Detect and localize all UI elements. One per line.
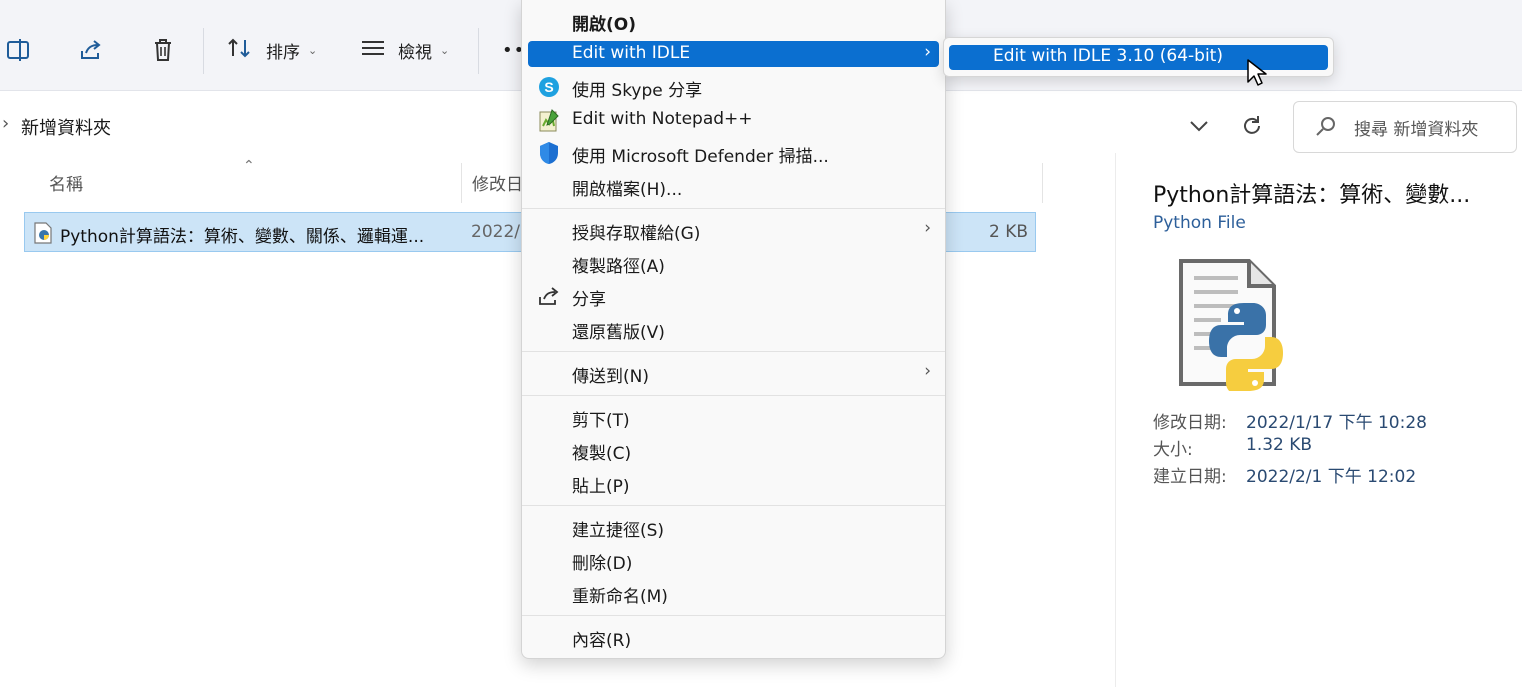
search-icon [1314, 115, 1338, 143]
menu-item-restore-previous[interactable]: 還原舊版(V) [528, 316, 939, 343]
menu-item-properties[interactable]: 內容(R) [528, 624, 939, 651]
menu-item-label: 刪除(D) [572, 554, 633, 574]
menu-item-label: 複製路徑(A) [572, 257, 665, 277]
menu-item-share[interactable]: 分享 [528, 283, 939, 310]
refresh-icon[interactable] [1240, 114, 1264, 142]
search-box[interactable]: 搜尋 新增資料夾 [1293, 101, 1517, 153]
breadcrumb[interactable]: 新增資料夾 [21, 114, 111, 140]
preview-title: Python計算語法：算術、變數... [1153, 183, 1471, 208]
menu-item-create-shortcut[interactable]: 建立捷徑(S) [528, 514, 939, 541]
meta-created-label: 建立日期: [1153, 467, 1227, 487]
menu-item-label: 傳送到(N) [572, 367, 649, 387]
share-icon[interactable] [78, 30, 104, 70]
menu-item-label: 分享 [572, 290, 606, 310]
menu-item-label: 內容(R) [572, 631, 632, 651]
menu-item-label: 複製(C) [572, 444, 632, 464]
menu-separator [522, 615, 945, 616]
chevron-right-icon: › [924, 218, 931, 238]
menu-item-label: 開啟檔案(H)... [572, 180, 683, 200]
details-pane: Python計算語法：算術、變數... Python File 修改日期: 20… [1115, 153, 1522, 687]
view-button[interactable]: 檢視 ⌄ [360, 30, 449, 70]
sort-icon [226, 36, 254, 65]
menu-item-label: 建立捷徑(S) [572, 521, 665, 541]
meta-modified-label: 修改日期: [1153, 413, 1227, 433]
view-icon [360, 37, 386, 64]
preview-type: Python File [1153, 213, 1246, 233]
menu-item-open-with[interactable]: 開啟檔案(H)... [528, 173, 939, 200]
notepad-plus-plus-icon [536, 107, 562, 133]
menu-item-defender-scan[interactable]: 使用 Microsoft Defender 掃描... [528, 140, 939, 167]
menu-separator [522, 351, 945, 352]
edit-with-idle-submenu: Edit with IDLE 3.10 (64-bit) [943, 37, 1334, 77]
python-file-icon [33, 222, 53, 248]
meta-size-label: 大小: [1153, 440, 1193, 460]
view-label: 檢視 [398, 42, 432, 63]
file-date: 2022/ [471, 222, 520, 242]
column-header-name[interactable]: 名稱 [49, 170, 83, 195]
menu-item-skype-share[interactable]: S 使用 Skype 分享 [528, 74, 939, 101]
mouse-cursor-icon [1246, 58, 1268, 92]
menu-item-paste[interactable]: 貼上(P) [528, 470, 939, 497]
file-name: Python計算語法：算術、變數、關係、邏輯運... [60, 227, 425, 247]
chevron-right-icon: › [924, 361, 931, 381]
address-dropdown-icon[interactable] [1188, 114, 1210, 140]
menu-item-label: 還原舊版(V) [572, 323, 665, 343]
search-input[interactable]: 搜尋 新增資料夾 [1354, 115, 1478, 140]
menu-item-notepad-plus-plus[interactable]: Edit with Notepad++ [528, 107, 939, 133]
rename-icon[interactable] [4, 30, 34, 70]
menu-item-label: 使用 Skype 分享 [572, 81, 703, 101]
share-icon [536, 283, 562, 309]
breadcrumb-chevron-icon: › [2, 113, 10, 134]
column-divider[interactable] [1042, 163, 1043, 203]
file-size: 2 KB [988, 222, 1028, 242]
toolbar-divider [203, 28, 204, 74]
menu-item-label: 使用 Microsoft Defender 掃描... [572, 147, 829, 167]
column-header-modified[interactable]: 修改日 [472, 170, 523, 195]
menu-item-label: 剪下(T) [572, 411, 630, 431]
chevron-right-icon: › [924, 42, 931, 62]
menu-item-idle-3-10[interactable]: Edit with IDLE 3.10 (64-bit) [949, 45, 1328, 70]
menu-item-copy[interactable]: 複製(C) [528, 437, 939, 464]
menu-item-cut[interactable]: 剪下(T) [528, 404, 939, 431]
menu-item-delete[interactable]: 刪除(D) [528, 547, 939, 574]
meta-created-value: 2022/2/1 下午 12:02 [1246, 467, 1417, 487]
menu-item-label: 授與存取權給(G) [572, 224, 701, 244]
chevron-down-icon: ⌄ [308, 43, 318, 57]
meta-modified-value: 2022/1/17 下午 10:28 [1246, 413, 1427, 433]
menu-item-label: Edit with Notepad++ [572, 109, 753, 129]
menu-item-label: 貼上(P) [572, 477, 630, 497]
shield-icon [536, 140, 562, 166]
column-divider[interactable] [461, 163, 462, 203]
menu-item-edit-with-idle[interactable]: Edit with IDLE › [528, 41, 939, 67]
sort-ascending-icon: ⌃ [243, 158, 255, 174]
menu-item-label: Edit with IDLE [572, 43, 691, 63]
sort-label: 排序 [266, 42, 300, 63]
meta-size-value: 1.32 KB [1246, 435, 1313, 455]
chevron-down-icon: ⌄ [440, 43, 450, 57]
skype-icon: S [536, 74, 562, 100]
menu-separator [522, 395, 945, 396]
menu-item-send-to[interactable]: 傳送到(N) › [528, 360, 939, 387]
menu-item-label: Edit with IDLE 3.10 (64-bit) [993, 46, 1223, 66]
svg-text:S: S [544, 79, 553, 95]
sort-button[interactable]: 排序 ⌄ [226, 30, 317, 70]
menu-separator [522, 505, 945, 506]
menu-item-label: 重新命名(M) [572, 587, 668, 607]
python-file-large-icon [1176, 256, 1296, 395]
menu-separator [522, 208, 945, 209]
context-menu: 開啟(O) Edit with IDLE › S 使用 Skype 分享 Edi… [521, 0, 946, 659]
menu-item-give-access[interactable]: 授與存取權給(G) › [528, 217, 939, 244]
menu-item-open[interactable]: 開啟(O) [528, 8, 939, 35]
toolbar-divider [478, 28, 479, 74]
menu-item-copy-path[interactable]: 複製路徑(A) [528, 250, 939, 277]
menu-item-label: 開啟(O) [572, 15, 636, 35]
menu-item-rename[interactable]: 重新命名(M) [528, 580, 939, 607]
delete-icon[interactable] [150, 30, 176, 70]
